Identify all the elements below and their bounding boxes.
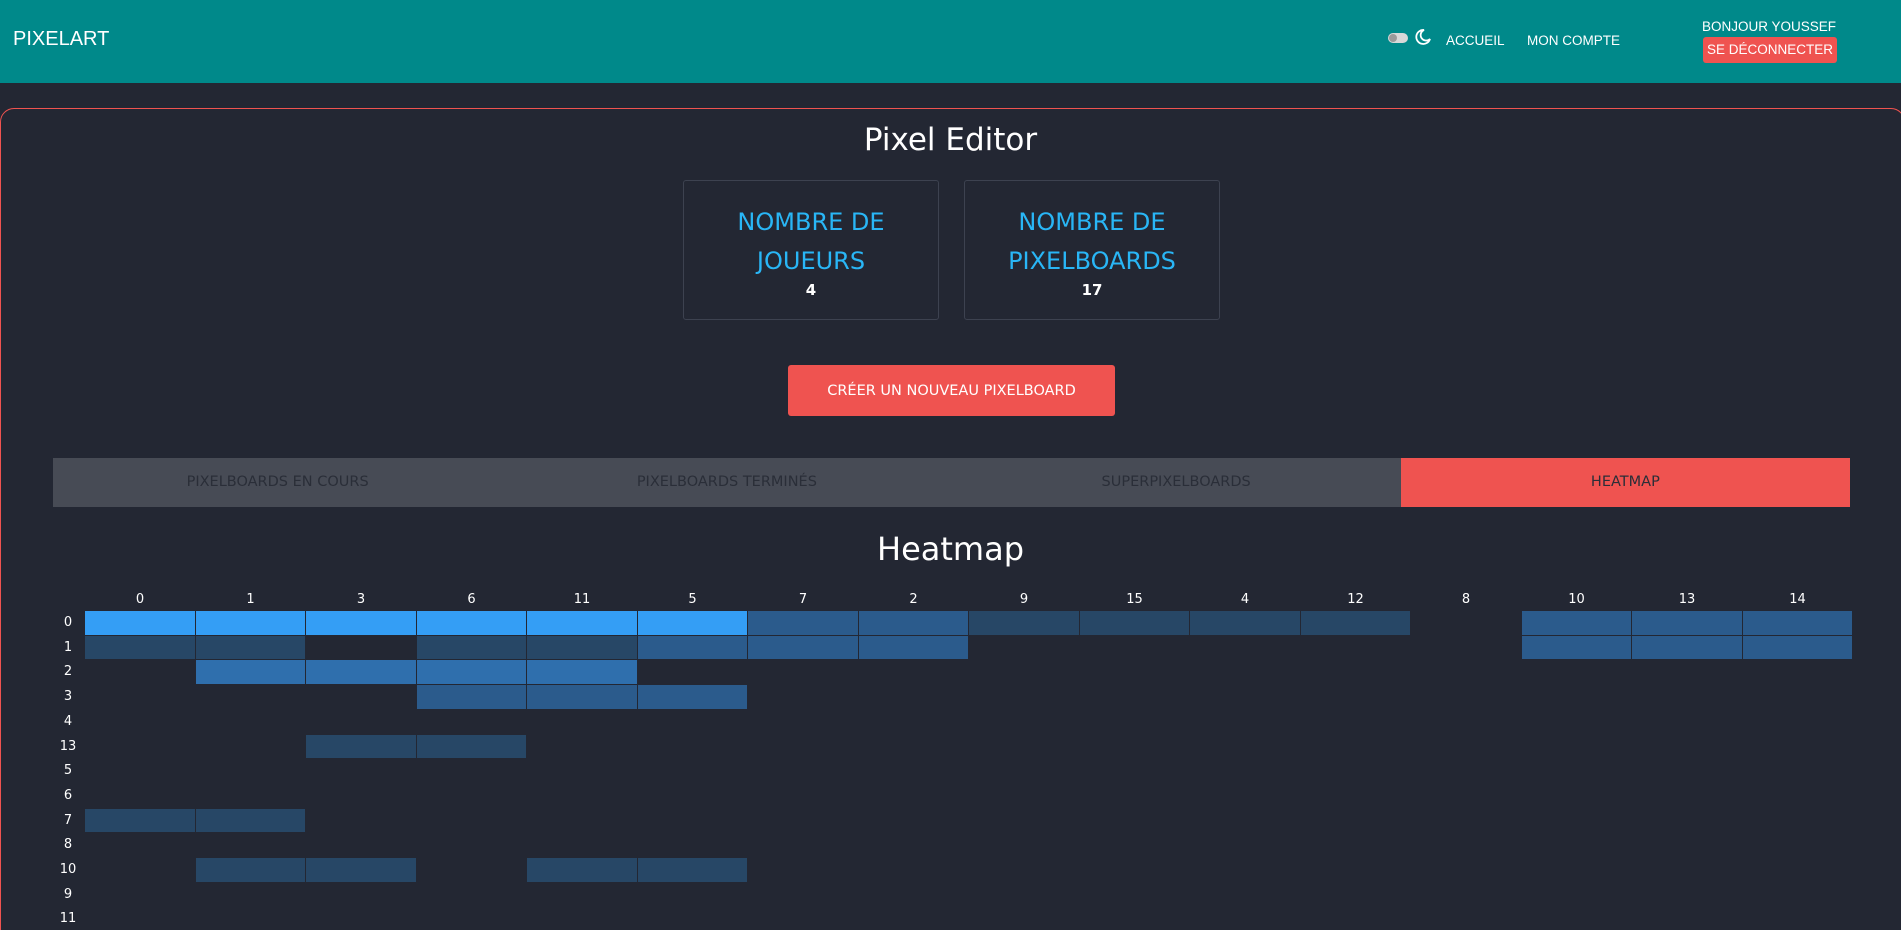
heatmap-cell[interactable] [637,635,748,661]
stat-title: NOMBRE DE JOUEURS [737,208,885,275]
navbar: PIXELART ACCUEIL MON COMPTE BONJOUR YOUS… [0,0,1901,83]
logout-button[interactable]: SE DÉCONNECTER [1703,37,1838,63]
heatmap-cell[interactable] [1632,635,1743,661]
heatmap-row-label: 0 [63,615,73,630]
heatmap-cell[interactable] [858,611,969,636]
heatmap-cell[interactable] [1190,611,1301,636]
heatmap-row-label: 2 [63,664,73,680]
heatmap-cell[interactable] [1300,611,1411,636]
heatmap-cell[interactable] [527,635,638,661]
heatmap-column-label: 15 [1126,592,1143,607]
heatmap-row-label: 8 [63,837,73,853]
nav-link-accueil[interactable]: ACCUEIL [1446,33,1505,48]
heatmap-column-label: 9 [1019,592,1029,607]
heatmap-cell[interactable] [416,685,527,710]
toggle-knob [1389,34,1397,42]
tab-heatmap[interactable]: HEATMAP [1400,458,1850,507]
heatmap-grid: 0 1 3 6 11 5 7 2 9 15 4 12 8 10 13 14 0 1 2 3 4 13 5 6 7 8 10 9 11 [0,590,1901,930]
page-title: Pixel Editor [863,122,1038,158]
heatmap-column-label: 3 [356,592,366,607]
heatmap-cell[interactable] [637,685,748,710]
heatmap-cell[interactable] [1742,635,1853,661]
heatmap-cell[interactable] [306,858,417,883]
create-pixelboard-button[interactable]: CRÉER UN NOUVEAU PIXELBOARD [788,365,1115,416]
heatmap-cell[interactable] [527,685,638,710]
heatmap-column-label: 11 [573,592,591,607]
heatmap-row-label: 10 [59,862,77,877]
heatmap-column-label: 12 [1347,592,1364,607]
heatmap-cell[interactable] [195,660,306,686]
heatmap-cell[interactable] [306,611,417,636]
heatmap-cell[interactable] [416,660,527,686]
heatmap-cell[interactable] [416,611,527,636]
heatmap-column-label: 14 [1789,592,1806,607]
theme-toggle[interactable] [1388,31,1414,45]
stat-card-players: NOMBRE DE JOUEURS 4 [683,180,939,320]
heatmap-cell[interactable] [195,611,306,636]
heatmap-column-label: 6 [467,592,476,607]
heatmap-column-label: 7 [798,592,808,607]
heatmap-column-label: 4 [1240,592,1250,607]
heatmap-cell[interactable] [969,611,1080,636]
heatmap-column-label: 10 [1568,592,1585,607]
stat-value: 17 [1081,281,1103,299]
stat-title: NOMBRE DE PIXELBOARDS [1008,208,1176,275]
heatmap-cell[interactable] [195,858,306,883]
heatmap-row-label: 1 [63,639,73,655]
heatmap-cell[interactable] [1742,611,1853,636]
heatmap-cell[interactable] [1632,611,1743,636]
heatmap-row-label: 5 [63,763,73,779]
heatmap-cell[interactable] [1521,611,1632,636]
heatmap-cell[interactable] [306,734,417,760]
heatmap-cell[interactable] [527,858,638,883]
heatmap-column-label: 5 [688,592,697,607]
heatmap-cell[interactable] [85,808,196,834]
tab-bar: PIXELBOARDS EN COURS PIXELBOARDS TERMINÉ… [53,458,1850,507]
heatmap-cell[interactable] [527,611,638,636]
heatmap-column-label: 13 [1678,592,1696,607]
heatmap-cell[interactable] [637,611,748,636]
heatmap-cell[interactable] [195,635,306,661]
heatmap-row-label: 3 [63,689,73,705]
heatmap-row-label: 4 [63,713,73,729]
brand-logo[interactable]: PIXELART [13,28,109,51]
heatmap-title: Heatmap [877,530,1024,568]
heatmap-cell[interactable] [1079,611,1190,636]
user-greeting: BONJOUR YOUSSEF [1702,19,1837,34]
heatmap-cell[interactable] [85,611,196,636]
heatmap-row-label: 11 [59,911,77,927]
heatmap-column-label: 0 [135,592,145,607]
heatmap-column-label: 8 [1461,592,1471,607]
heatmap-cell[interactable] [1521,635,1632,661]
heatmap-cell[interactable] [858,635,969,661]
heatmap-row-label: 13 [59,738,77,754]
heatmap-column-label: 2 [909,592,918,607]
stat-card-pixelboards: NOMBRE DE PIXELBOARDS 17 [964,180,1220,320]
heatmap-column-label: 1 [246,592,255,607]
heatmap-cell[interactable] [527,660,638,686]
heatmap-row-label: 9 [63,886,73,902]
heatmap-cell[interactable] [748,611,859,636]
heatmap-row-label: 6 [63,787,73,803]
heatmap-cell[interactable] [416,734,527,760]
heatmap-cell[interactable] [637,858,748,883]
heatmap-cell[interactable] [306,660,417,686]
heatmap-cell[interactable] [195,808,306,834]
tab-superpixelboards[interactable]: SUPERPIXELBOARDS [952,458,1401,507]
nav-link-mon-compte[interactable]: MON COMPTE [1527,33,1620,48]
tab-pixelboards-en-cours[interactable]: PIXELBOARDS EN COURS [53,458,502,507]
tab-pixelboards-termines[interactable]: PIXELBOARDS TERMINÉS [502,458,951,507]
moon-icon[interactable] [1414,28,1432,46]
stat-value: 4 [805,281,817,299]
heatmap-cell[interactable] [416,635,527,661]
heatmap-row-label: 7 [63,812,73,828]
heatmap-cell[interactable] [85,635,196,661]
heatmap-cell[interactable] [748,635,859,661]
